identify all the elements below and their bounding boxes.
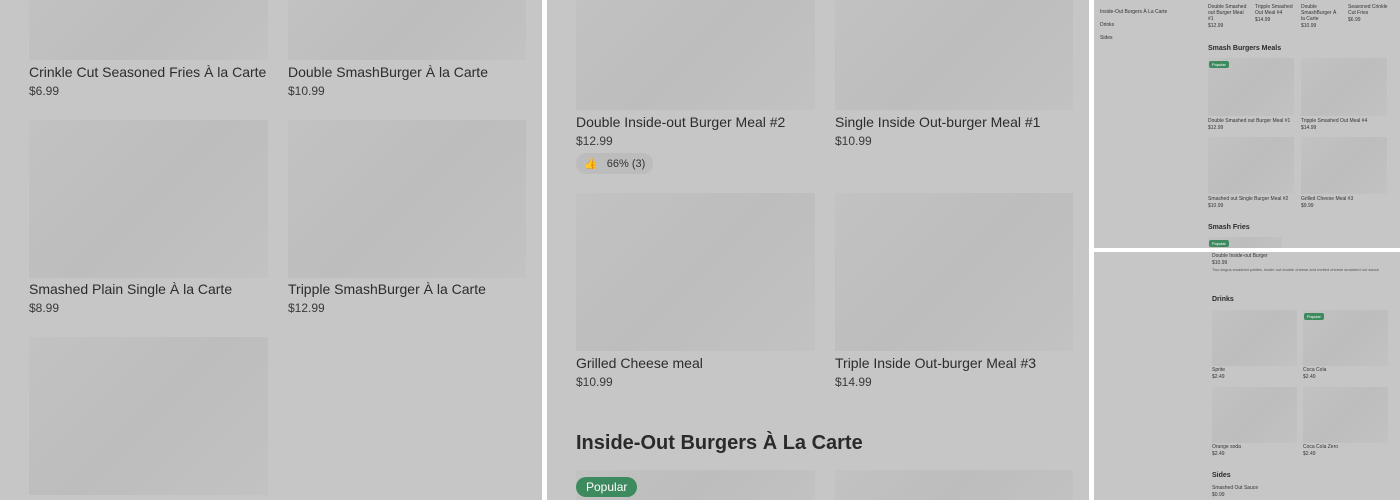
item-price: $9.99 [1301,203,1314,209]
item-price: $2.49 [1212,451,1225,457]
item-name[interactable]: Double Smashed out Burger Meal #1 [1208,4,1250,22]
item-image[interactable] [1208,137,1294,194]
item-price: $10.99 [288,84,325,98]
sidebar-item-inside-out[interactable]: Inside-Out Burgers À La Carte [1100,9,1167,15]
item-price: $14.99 [1255,17,1271,23]
popular-badge: Popular [576,477,638,497]
item-price: $10.99 [1208,203,1224,209]
item-name[interactable]: Grilled Cheese Meal #3 [1301,196,1353,202]
item-image[interactable] [288,120,526,278]
item-price: $10.99 [835,134,872,148]
menu-panel-right-bottom: Double Inside-out Burger $10.99 Two Angu… [1094,252,1400,500]
item-price: $2.49 [1212,374,1225,380]
item-image[interactable] [576,193,815,351]
menu-panel-right-top: Inside-Out Burgers À La Carte Drinks Sid… [1094,0,1400,248]
item-price: $2.49 [1303,451,1316,457]
item-name[interactable]: Grilled Cheese meal [576,355,703,371]
item-price: $6.99 [29,84,60,98]
thumbs-up-icon: 👍 [584,158,598,170]
item-image[interactable] [835,193,1073,351]
item-price: $10.99 [1301,23,1317,29]
item-price: $0.99 [1212,492,1225,498]
item-price: $6.99 [1348,17,1361,23]
item-name[interactable]: Double Inside-out Burger Meal #2 [576,114,785,130]
rating-chip: 👍 66% (3) [576,153,654,174]
item-name[interactable]: Double Inside-out Burger [1212,253,1268,259]
item-name[interactable]: Coca Cola Zero [1303,444,1338,450]
rating-value: 66% (3) [606,158,646,170]
item-price: $8.99 [29,301,60,315]
item-name[interactable]: Orange soda [1212,444,1241,450]
item-image[interactable] [835,0,1073,110]
menu-panel-center: Double Inside-out Burger Meal #2 $12.99 … [547,0,1089,500]
item-image[interactable] [1301,58,1387,116]
item-price: $10.99 [1212,260,1228,266]
item-image[interactable] [29,337,268,495]
item-image[interactable] [29,0,268,60]
item-image[interactable] [288,0,526,60]
item-name[interactable]: Single Inside Out-burger Meal #1 [835,114,1040,130]
section-title: Smash Burgers Meals [1208,45,1282,52]
item-price: $14.99 [835,375,872,389]
item-image[interactable] [29,120,268,278]
item-image[interactable] [1212,387,1297,443]
item-name[interactable]: Sprite [1212,367,1225,373]
item-price: $14.99 [1301,125,1317,131]
item-name[interactable]: Double Smashed out Burger Meal #1 [1208,118,1290,124]
item-name[interactable]: Coca Cola [1303,367,1326,373]
item-name[interactable]: Crinkle Cut Seasoned Fries À la Carte [29,64,266,80]
item-name[interactable]: Smashed Out Sauce [1212,485,1258,491]
section-title: Sides [1212,472,1231,479]
sidebar-item-sides[interactable]: Sides [1100,35,1113,41]
popular-badge: Popular [1209,240,1229,247]
item-price: $12.99 [1208,125,1224,131]
sidebar-item-drinks[interactable]: Drinks [1100,22,1114,28]
item-image[interactable] [1303,387,1388,443]
item-name[interactable]: Double SmashBurger À la Carte [1301,4,1341,22]
item-description: Two Angus smashed patties, inside out do… [1212,267,1379,272]
item-image[interactable] [576,0,815,110]
item-name[interactable]: Double SmashBurger À la Carte [288,64,488,80]
popular-badge: Popular [1304,313,1324,320]
item-price: $10.99 [576,375,613,389]
section-title: Smash Fries [1208,224,1250,231]
item-image[interactable] [1212,310,1297,366]
item-price: $12.99 [576,134,613,148]
menu-panel-left: Crinkle Cut Seasoned Fries À la Carte $6… [0,0,542,500]
item-name[interactable]: Triple Inside Out-burger Meal #3 [835,355,1036,371]
item-image[interactable] [835,470,1073,500]
section-title: Inside-Out Burgers À La Carte [576,432,863,454]
item-name[interactable]: Tripple SmashBurger À la Carte [288,281,486,297]
item-price: $12.99 [288,301,325,315]
item-name[interactable]: Smashed Plain Single À la Carte [29,281,232,297]
item-name[interactable]: Smashed out Single Burger Meal #2 [1208,196,1288,202]
item-name[interactable]: Seasoned Crinkle Cut Fries [1348,4,1390,16]
section-title: Drinks [1212,296,1234,303]
item-price: $2.49 [1303,374,1316,380]
item-name[interactable]: Tripple Smashed Out Meal #4 [1301,118,1367,124]
popular-badge: Popular [1209,61,1229,68]
item-image[interactable] [1301,137,1387,194]
item-price: $12.99 [1208,23,1224,29]
item-name[interactable]: Tripple Smashed Out Meal #4 [1255,4,1297,16]
